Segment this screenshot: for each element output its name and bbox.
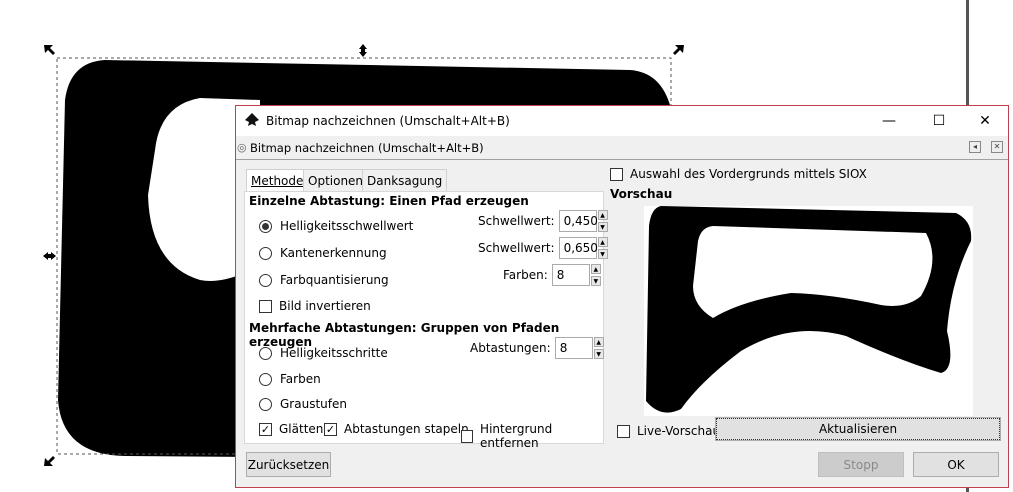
checkmark-icon: ✓ [259,422,272,436]
brightness-threshold-spinner[interactable]: Schwellwert: 0,450 ▲ ▼ [478,210,608,232]
dock-header: ◎ Bitmap nachzeichnen (Umschalt+Alt+B) ◂… [236,136,1008,160]
radio-label: Helligkeitsschwellwert [280,219,414,233]
checkbox-icon [617,424,630,438]
radio-grayscale[interactable]: Graustufen [259,397,347,411]
spin-arrows[interactable]: ▲ ▼ [590,264,601,286]
trace-bitmap-dialog: Bitmap nachzeichnen (Umschalt+Alt+B) — ☐… [235,105,1009,488]
spin-arrows[interactable]: ▲ ▼ [593,337,604,359]
spin-input[interactable]: 0,650 [558,237,598,259]
title-bar[interactable]: Bitmap nachzeichnen (Umschalt+Alt+B) — ☐… [236,106,1008,136]
ok-button[interactable]: OK [913,452,999,477]
radio-label: Farbquantisierung [280,273,389,287]
checkbox-label: Live-Vorschau [637,424,721,438]
preview-heading: Vorschau [610,187,673,201]
remove-bg-checkbox[interactable]: Hintergrund entfernen [461,422,603,450]
radio-label: Helligkeitsschritte [280,346,388,360]
checkbox-label: Bild invertieren [279,299,371,313]
spin-label: Schwellwert: [478,241,555,255]
checkbox-label: Glätten [279,422,324,436]
checkbox-label: Auswahl des Vordergrunds mittels SIOX [630,167,867,181]
spin-input[interactable]: 8 [551,264,590,286]
siox-checkbox[interactable]: Auswahl des Vordergrunds mittels SIOX [610,167,867,181]
radio-label: Graustufen [280,397,347,411]
preview-shape [646,206,972,413]
tab-optionen[interactable]: Optionen [303,169,369,191]
tab-danksagung[interactable]: Danksagung [362,169,448,191]
radio-edge[interactable]: Kantenerkennung [259,246,387,260]
inkscape-logo-icon [245,113,259,126]
preview-image [644,206,973,416]
checkmark-icon: ✓ [324,422,337,436]
invert-checkbox[interactable]: Bild invertieren [259,299,371,313]
maximize-button[interactable]: ☐ [916,106,962,136]
scans-spinner[interactable]: Abtastungen: 8 ▲ ▼ [470,337,604,359]
minimize-button[interactable]: — [866,106,912,136]
spin-label: Schwellwert: [478,214,555,228]
spin-input[interactable]: 0,450 [558,210,598,232]
spin-arrows[interactable]: ▲ ▼ [597,210,608,232]
dock-title: Bitmap nachzeichnen (Umschalt+Alt+B) [250,141,484,155]
dock-close-icon[interactable]: ✕ [991,141,1003,153]
radio-brightness-steps[interactable]: Helligkeitsschritte [259,346,388,360]
checkbox-icon [610,167,623,181]
radio-colors[interactable]: Farben [259,372,321,386]
spin-label: Farben: [503,268,548,282]
iconify-icon[interactable]: ◂ [969,141,981,153]
update-button[interactable]: Aktualisieren [715,417,1001,441]
single-scan-heading: Einzelne Abtastung: Einen Pfad erzeugen [249,194,529,208]
live-preview-checkbox[interactable]: Live-Vorschau [617,424,720,438]
stop-button[interactable]: Stopp [818,452,904,477]
radio-quantization[interactable]: Farbquantisierung [259,273,389,287]
colors-spinner[interactable]: Farben: 8 ▲ ▼ [503,264,601,286]
radio-icon [259,273,272,287]
checkbox-label: Hintergrund entfernen [480,422,553,450]
radio-icon [259,372,272,386]
edge-threshold-spinner[interactable]: Schwellwert: 0,650 ▲ ▼ [478,237,608,259]
checkbox-label: Abtastungen stapeln [344,422,469,436]
radio-label: Kantenerkennung [280,246,387,260]
stack-checkbox[interactable]: ✓ Abtastungen stapeln [324,422,469,436]
trace-icon: ◎ [237,141,247,154]
close-button[interactable]: ✕ [962,106,1008,136]
tab-label: Methode [251,174,304,188]
tab-methode[interactable]: Methode [246,169,309,192]
radio-icon [259,346,272,360]
radio-icon [259,397,272,411]
spin-label: Abtastungen: [470,341,551,355]
method-panel: Einzelne Abtastung: Einen Pfad erzeugen … [244,191,608,450]
spin-arrows[interactable]: ▲ ▼ [597,237,608,259]
window-title: Bitmap nachzeichnen (Umschalt+Alt+B) [266,114,510,128]
reset-button[interactable]: Zurücksetzen [246,452,331,477]
radio-icon [259,246,272,260]
smooth-checkbox[interactable]: ✓ Glätten [259,422,323,436]
spin-input[interactable]: 8 [554,337,593,359]
radio-icon [259,219,272,233]
checkbox-icon [461,429,474,443]
radio-label: Farben [280,372,321,386]
radio-brightness[interactable]: Helligkeitsschwellwert [259,219,413,233]
checkbox-icon [259,299,272,313]
